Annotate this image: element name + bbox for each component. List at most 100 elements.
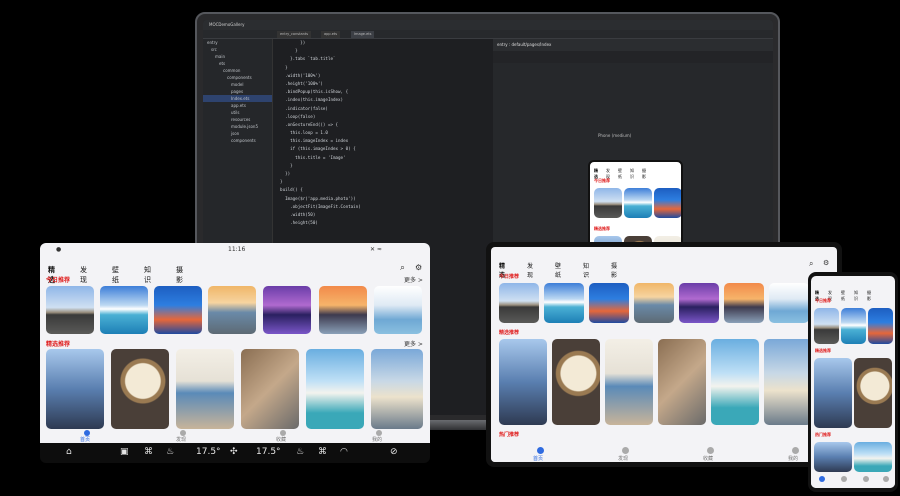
- thumb-image[interactable]: [544, 283, 584, 323]
- nav-favorites[interactable]: 收藏: [703, 455, 713, 462]
- favorites-icon[interactable]: [707, 447, 714, 454]
- tree-item[interactable]: src: [203, 46, 272, 53]
- tab-knowledge[interactable]: 知识: [144, 265, 151, 285]
- tree-item[interactable]: resources: [203, 116, 272, 123]
- thumb-image[interactable]: [711, 339, 759, 425]
- thumb-image[interactable]: [100, 286, 148, 334]
- thumb-image[interactable]: [499, 283, 539, 323]
- profile-icon[interactable]: [792, 447, 799, 454]
- thumb-image[interactable]: [814, 442, 852, 472]
- defrost-icon[interactable]: ⌘: [144, 447, 153, 457]
- thumb-image[interactable]: [854, 442, 892, 472]
- thumb-image[interactable]: [371, 349, 423, 429]
- tree-item[interactable]: utils: [203, 109, 272, 116]
- tree-item[interactable]: pages: [203, 88, 272, 95]
- thumb-image[interactable]: [724, 283, 764, 323]
- more-link[interactable]: 更多 >: [404, 275, 423, 284]
- tree-item[interactable]: Index.ets: [203, 95, 272, 102]
- tab-wallpaper[interactable]: 壁纸: [555, 261, 561, 279]
- thumb-image[interactable]: [111, 349, 169, 429]
- temp-right[interactable]: 17.5°: [256, 447, 281, 457]
- thumb-image[interactable]: [552, 339, 600, 425]
- thumb-image[interactable]: [679, 283, 719, 323]
- tree-item[interactable]: entry: [203, 39, 272, 46]
- car-icon[interactable]: ◠: [340, 447, 348, 457]
- thumb-image[interactable]: [841, 308, 866, 344]
- thumb-image[interactable]: [46, 286, 94, 334]
- profile-icon[interactable]: [883, 476, 889, 482]
- search-icon[interactable]: ⌕: [809, 259, 813, 269]
- thumb-image[interactable]: [624, 188, 652, 218]
- tab-wallpaper[interactable]: 壁纸: [841, 290, 845, 302]
- editor-tab[interactable]: app.ets: [321, 31, 341, 38]
- mute-icon[interactable]: ⊘: [390, 447, 398, 457]
- tree-item[interactable]: main: [203, 53, 272, 60]
- thumb-image[interactable]: [319, 286, 367, 334]
- tree-item[interactable]: model: [203, 81, 272, 88]
- discover-icon[interactable]: [841, 476, 847, 482]
- thumb-image[interactable]: [241, 349, 299, 429]
- seat-icon[interactable]: ▣: [120, 447, 129, 457]
- tab-discover[interactable]: 发现: [80, 265, 87, 285]
- settings-icon[interactable]: ⚙: [823, 259, 829, 267]
- home-icon[interactable]: [819, 476, 825, 482]
- seat-heat-icon[interactable]: ♨: [296, 447, 304, 457]
- thumb-image[interactable]: [176, 349, 234, 429]
- thumb-image[interactable]: [499, 339, 547, 425]
- nav-discover[interactable]: 发现: [618, 455, 628, 462]
- nav-profile[interactable]: 我的: [372, 436, 382, 443]
- settings-icon[interactable]: ⚙: [415, 263, 422, 272]
- thumb-image[interactable]: [589, 283, 629, 323]
- thumb-image[interactable]: [764, 339, 812, 425]
- ide-tab-bar: entry_constants app.ets Image.ets: [203, 30, 773, 39]
- tree-item[interactable]: module.json5: [203, 123, 272, 130]
- more-link[interactable]: 更多 >: [404, 339, 423, 348]
- nav-profile[interactable]: 我的: [788, 455, 798, 462]
- tree-item[interactable]: json: [203, 130, 272, 137]
- tree-item[interactable]: components: [203, 74, 272, 81]
- tab-knowledge[interactable]: 知识: [854, 290, 858, 302]
- tab-discover[interactable]: 发现: [527, 261, 533, 279]
- nav-discover[interactable]: 发现: [176, 436, 186, 443]
- defrost-icon[interactable]: ⌘: [318, 447, 327, 457]
- thumb-image[interactable]: [814, 308, 839, 344]
- home-icon[interactable]: [537, 447, 544, 454]
- thumb-image[interactable]: [263, 286, 311, 334]
- fan-icon[interactable]: ✣: [230, 447, 238, 457]
- thumb-image[interactable]: [769, 283, 809, 323]
- editor-tab-active[interactable]: Image.ets: [351, 31, 375, 38]
- tab-photography[interactable]: 摄影: [867, 290, 871, 302]
- editor-tab[interactable]: entry_constants: [277, 31, 312, 38]
- thumb-image[interactable]: [654, 188, 681, 218]
- tree-item[interactable]: app.ets: [203, 102, 272, 109]
- thumb-image[interactable]: [868, 308, 893, 344]
- thumb-image[interactable]: [634, 283, 674, 323]
- seat-heat-icon[interactable]: ♨: [166, 447, 174, 457]
- thumb-image[interactable]: [594, 188, 622, 218]
- tab-wallpaper[interactable]: 壁纸: [112, 265, 119, 285]
- tree-item[interactable]: components: [203, 137, 272, 144]
- tab-photography[interactable]: 摄影: [611, 261, 617, 279]
- nav-home[interactable]: 首页: [533, 455, 543, 462]
- nav-home[interactable]: 首页: [80, 436, 90, 443]
- search-icon[interactable]: ⌕: [400, 263, 405, 273]
- thumb-image[interactable]: [814, 358, 852, 428]
- tab-photography[interactable]: 摄影: [176, 265, 183, 285]
- thumb-image[interactable]: [306, 349, 364, 429]
- home-icon[interactable]: ⌂: [66, 447, 72, 457]
- thumb-image[interactable]: [658, 339, 706, 425]
- nav-favorites[interactable]: 收藏: [276, 436, 286, 443]
- favorites-icon[interactable]: [863, 476, 869, 482]
- thumb-image[interactable]: [154, 286, 202, 334]
- temp-left[interactable]: 17.5°: [196, 447, 221, 457]
- code-line: }: [275, 47, 493, 55]
- thumb-image[interactable]: [46, 349, 104, 429]
- tree-item[interactable]: ets: [203, 60, 272, 67]
- tree-item[interactable]: common: [203, 67, 272, 74]
- thumb-image[interactable]: [208, 286, 256, 334]
- tab-knowledge[interactable]: 知识: [583, 261, 589, 279]
- discover-icon[interactable]: [622, 447, 629, 454]
- thumb-image[interactable]: [605, 339, 653, 425]
- thumb-image[interactable]: [854, 358, 892, 428]
- thumb-image[interactable]: [374, 286, 422, 334]
